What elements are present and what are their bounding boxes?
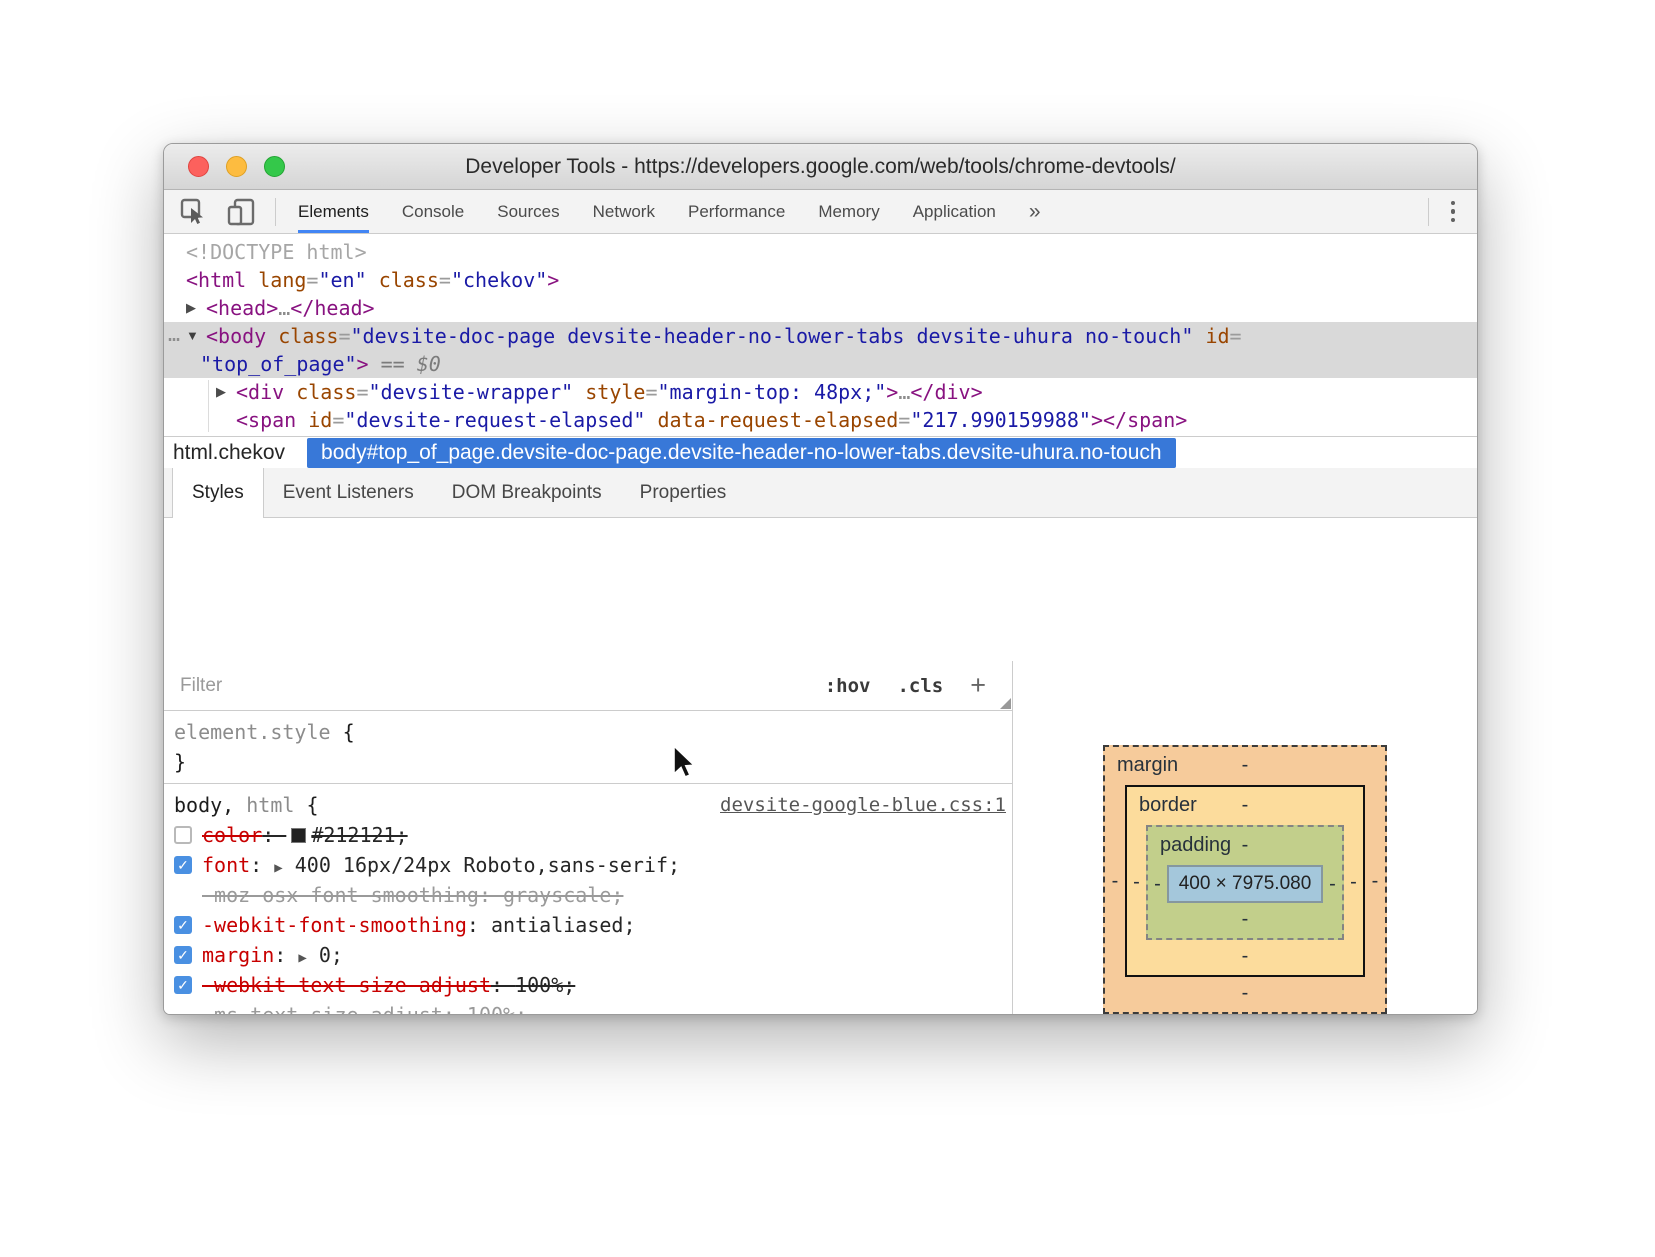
selector-body-html[interactable]: body, html { [174,793,319,817]
property-checkbox[interactable]: ✓ [174,946,192,964]
closing-brace: } [174,750,186,774]
tab-properties[interactable]: Properties [621,468,746,517]
breadcrumb-body-selected[interactable]: body#top_of_page.devsite-doc-page.devsit… [307,438,1176,468]
rule-element-style: element.style { } [164,711,1012,784]
toggle-hover-state-button[interactable]: :hov [825,675,871,697]
tab-console[interactable]: Console [402,190,464,233]
device-toolbar-icon[interactable] [227,198,257,226]
border-bottom-value[interactable]: - [1242,945,1249,968]
selector-element-style[interactable]: element.style { [164,717,1012,747]
minimize-window-button[interactable] [226,156,247,177]
stylesheet-link[interactable]: devsite-google-blue.css:1 [720,794,1006,816]
css-property-webkit-font-smoothing[interactable]: ✓-webkit-font-smoothing: antialiased; [164,910,1012,940]
styles-filter-input[interactable]: Filter [180,675,222,697]
styles-pane: Filter :hov .cls + element.style { } bod… [164,661,1013,1014]
collapse-icon[interactable]: ▼ [186,328,199,343]
margin-label: margin [1117,754,1178,777]
dom-node-head[interactable]: ▶<head>…</head> [164,294,1477,322]
css-property-moz-font-smoothing[interactable]: -moz-osx-font-smoothing: grayscale; [164,880,1012,910]
border-right-value[interactable]: - [1344,871,1363,894]
devtools-toolbar: Elements Console Sources Network Perform… [164,190,1477,234]
property-checkbox[interactable]: ✓ [174,856,192,874]
close-window-button[interactable] [188,156,209,177]
breadcrumb: html.chekov body#top_of_page.devsite-doc… [164,436,1477,468]
css-property-margin[interactable]: ✓margin: ▶ 0; [164,940,1012,970]
dom-node-body-selected[interactable]: … ▼ <body class="devsite-doc-page devsit… [164,322,1477,378]
property-checkbox[interactable] [174,826,192,844]
margin-top-value[interactable]: - [1242,754,1249,777]
more-tabs-chevron-icon[interactable]: » [1029,190,1041,233]
mouse-cursor [672,745,698,781]
padding-bottom-value[interactable]: - [1242,908,1249,931]
sidebar-tabs: Styles Event Listeners DOM Breakpoints P… [164,468,1477,518]
border-label: border [1139,794,1197,817]
rule-body-html: body, html { devsite-google-blue.css:1 c… [164,784,1012,1014]
tab-elements[interactable]: Elements [298,190,369,233]
indent-guide [208,380,209,432]
margin-bottom-value[interactable]: - [1242,982,1249,1005]
margin-right-value[interactable]: - [1365,870,1385,893]
tab-styles[interactable]: Styles [172,468,264,518]
padding-top-value[interactable]: - [1242,834,1249,857]
tab-application[interactable]: Application [913,190,996,233]
css-property-ms-text-size-adjust[interactable]: -ms-text-size-adjust: 100%; [164,1000,1012,1014]
padding-label: padding [1160,834,1231,857]
border-left-value[interactable]: - [1127,871,1146,894]
tab-performance[interactable]: Performance [688,190,785,233]
box-model-border[interactable]: border - - padding - [1125,785,1365,977]
expand-icon[interactable]: ▶ [186,300,206,316]
border-top-value[interactable]: - [1242,794,1249,817]
dom-node-doctype[interactable]: <!DOCTYPE html> [164,238,1477,266]
toggle-class-button[interactable]: .cls [897,675,943,697]
panel-tabs: Elements Console Sources Network Perform… [298,190,1041,233]
new-style-rule-button[interactable]: + [970,670,986,701]
gutter-more-icon[interactable]: … [168,322,180,346]
dom-node-div-wrapper[interactable]: ▶<div class="devsite-wrapper" style="mar… [164,378,1477,406]
box-model-padding[interactable]: padding - - 400 × 7975.080 - - [1146,825,1344,940]
css-property-webkit-text-size-adjust[interactable]: ✓-webkit-text-size-adjust: 100%; [164,970,1012,1000]
inspect-element-icon[interactable] [180,198,207,225]
breadcrumb-html[interactable]: html.chekov [173,441,285,465]
padding-right-value[interactable]: - [1323,873,1342,896]
styles-filter-bar: Filter :hov .cls + [164,661,1012,711]
computed-pane: margin - - border - - [1013,661,1477,1014]
property-checkbox[interactable]: ✓ [174,916,192,934]
dom-node-html[interactable]: <html lang="en" class="chekov"> [164,266,1477,294]
css-property-font[interactable]: ✓font: ▶ 400 16px/24px Roboto,sans-serif… [164,850,1012,880]
box-model-margin[interactable]: margin - - border - - [1103,745,1387,1014]
box-model-content[interactable]: 400 × 7975.080 [1167,865,1323,903]
tab-dom-breakpoints[interactable]: DOM Breakpoints [433,468,621,517]
window-title: Developer Tools - https://developers.goo… [164,144,1477,190]
tab-network[interactable]: Network [593,190,655,233]
tab-event-listeners[interactable]: Event Listeners [264,468,433,517]
dom-node-span-elapsed[interactable]: <span id="devsite-request-elapsed" data-… [164,406,1477,434]
tab-sources[interactable]: Sources [497,190,559,233]
dom-tree: <!DOCTYPE html> <html lang="en" class="c… [164,234,1477,436]
expand-icon[interactable]: ▶ [216,384,236,400]
tab-memory[interactable]: Memory [818,190,879,233]
devtools-window: Developer Tools - https://developers.goo… [163,143,1478,1015]
zoom-window-button[interactable] [264,156,285,177]
padding-left-value[interactable]: - [1148,873,1167,896]
resize-corner-handle[interactable] [1000,698,1011,709]
devtools-menu-icon[interactable] [1451,201,1456,223]
css-property-color[interactable]: color: #212121; [164,820,1012,850]
title-bar: Developer Tools - https://developers.goo… [164,144,1477,190]
toolbar-separator [1428,198,1429,226]
margin-left-value[interactable]: - [1105,870,1125,893]
property-checkbox[interactable]: ✓ [174,976,192,994]
toolbar-separator [275,198,276,226]
